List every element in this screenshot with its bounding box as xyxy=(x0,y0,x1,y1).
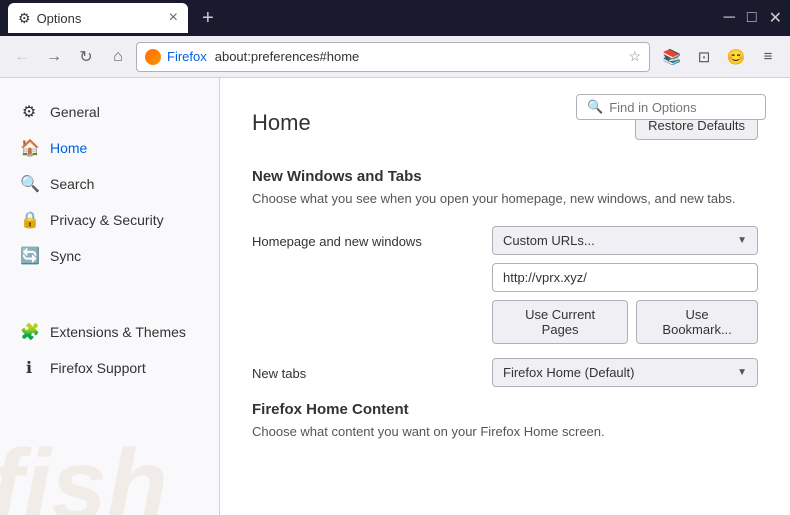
sidebar-item-sync[interactable]: 🔄 Sync xyxy=(0,238,219,274)
lock-icon: 🔒 xyxy=(20,210,38,230)
refresh-button[interactable]: ↻ xyxy=(72,43,100,71)
use-bookmark-button[interactable]: Use Bookmark... xyxy=(636,300,758,344)
find-in-options[interactable]: 🔍 xyxy=(576,94,766,120)
window-controls: ─ □ ✕ xyxy=(724,8,782,28)
title-bar: ⚙ Options × + ─ □ ✕ xyxy=(0,0,790,36)
sidebar-divider2 xyxy=(0,294,219,314)
sidebar-divider xyxy=(0,274,219,294)
firefox-logo xyxy=(145,49,161,65)
sidebar-item-support[interactable]: ℹ Firefox Support xyxy=(0,350,219,386)
avatar-icon[interactable]: 😊 xyxy=(722,43,750,71)
tab-title: Options xyxy=(37,11,82,26)
sidebar-item-extensions[interactable]: 🧩 Extensions & Themes xyxy=(0,314,219,350)
close-tab-button[interactable]: × xyxy=(169,10,178,26)
home-icon: 🏠 xyxy=(20,138,38,158)
sidebar-watermark: fish xyxy=(0,435,168,515)
firefox-home-content-header: Firefox Home Content xyxy=(252,401,758,418)
sidebar-item-privacy[interactable]: 🔒 Privacy & Security xyxy=(0,202,219,238)
sidebar-item-privacy-label: Privacy & Security xyxy=(50,212,164,228)
extensions-icon: 🧩 xyxy=(20,322,38,342)
new-tabs-label: New tabs xyxy=(252,358,472,381)
new-tabs-dropdown-value: Firefox Home (Default) xyxy=(503,365,634,380)
general-icon: ⚙ xyxy=(20,102,38,122)
address-text: about:preferences#home xyxy=(215,49,623,64)
dropdown-arrow-icon: ▼ xyxy=(737,235,747,246)
home-button[interactable]: ⌂ xyxy=(104,43,132,71)
maximize-button[interactable]: □ xyxy=(747,9,757,27)
sync-icon[interactable]: ⊡ xyxy=(690,43,718,71)
homepage-dropdown[interactable]: Custom URLs... ▼ xyxy=(492,226,758,255)
sidebar-item-sync-label: Sync xyxy=(50,248,81,264)
tab-icon: ⚙ xyxy=(18,10,31,27)
nav-bar: ← → ↻ ⌂ Firefox about:preferences#home ☆… xyxy=(0,36,790,78)
homepage-controls: Custom URLs... ▼ Use Current Pages Use B… xyxy=(492,226,758,344)
firefox-label: Firefox xyxy=(167,49,207,64)
address-bar[interactable]: Firefox about:preferences#home ☆ xyxy=(136,42,650,72)
new-tabs-setting-row: New tabs Firefox Home (Default) ▼ xyxy=(252,358,758,387)
sidebar-item-search-label: Search xyxy=(50,176,94,192)
sidebar-item-general-label: General xyxy=(50,104,100,120)
use-current-pages-button[interactable]: Use Current Pages xyxy=(492,300,628,344)
close-window-button[interactable]: ✕ xyxy=(769,8,782,28)
options-tab[interactable]: ⚙ Options × xyxy=(8,3,188,33)
main-area: fish ⚙ General 🏠 Home 🔍 Search 🔒 Privacy… xyxy=(0,78,790,515)
sidebar-item-search[interactable]: 🔍 Search xyxy=(0,166,219,202)
sync-nav-icon: 🔄 xyxy=(20,246,38,266)
content-area: 🔍 Home Restore Defaults New Windows and … xyxy=(220,78,790,515)
homepage-btn-row: Use Current Pages Use Bookmark... xyxy=(492,300,758,344)
forward-button[interactable]: → xyxy=(40,43,68,71)
menu-button[interactable]: ≡ xyxy=(754,43,782,71)
support-icon: ℹ xyxy=(20,358,38,378)
new-windows-tabs-desc: Choose what you see when you open your h… xyxy=(252,191,758,206)
back-button[interactable]: ← xyxy=(8,43,36,71)
sidebar-item-extensions-label: Extensions & Themes xyxy=(50,324,186,340)
homepage-setting-row: Homepage and new windows Custom URLs... … xyxy=(252,226,758,344)
homepage-url-input[interactable] xyxy=(492,263,758,292)
homepage-label: Homepage and new windows xyxy=(252,226,472,249)
minimize-button[interactable]: ─ xyxy=(724,9,735,27)
search-icon: 🔍 xyxy=(20,174,38,194)
find-search-icon: 🔍 xyxy=(587,99,603,115)
new-tabs-controls: Firefox Home (Default) ▼ xyxy=(492,358,758,387)
sidebar-item-home[interactable]: 🏠 Home xyxy=(0,130,219,166)
new-windows-tabs-header: New Windows and Tabs xyxy=(252,168,758,185)
bookmark-star-icon[interactable]: ☆ xyxy=(628,48,641,65)
firefox-home-content-desc: Choose what content you want on your Fir… xyxy=(252,424,758,439)
new-tabs-dropdown[interactable]: Firefox Home (Default) ▼ xyxy=(492,358,758,387)
find-input[interactable] xyxy=(609,100,785,115)
page-title: Home xyxy=(252,110,311,136)
nav-right-icons: 📚 ⊡ 😊 ≡ xyxy=(658,43,782,71)
sidebar: fish ⚙ General 🏠 Home 🔍 Search 🔒 Privacy… xyxy=(0,78,220,515)
sidebar-item-home-label: Home xyxy=(50,140,87,156)
sidebar-item-general[interactable]: ⚙ General xyxy=(0,94,219,130)
sidebar-item-support-label: Firefox Support xyxy=(50,360,146,376)
library-icon[interactable]: 📚 xyxy=(658,43,686,71)
new-tabs-dropdown-arrow-icon: ▼ xyxy=(737,367,747,378)
homepage-dropdown-value: Custom URLs... xyxy=(503,233,595,248)
new-tab-button[interactable]: + xyxy=(196,7,220,30)
